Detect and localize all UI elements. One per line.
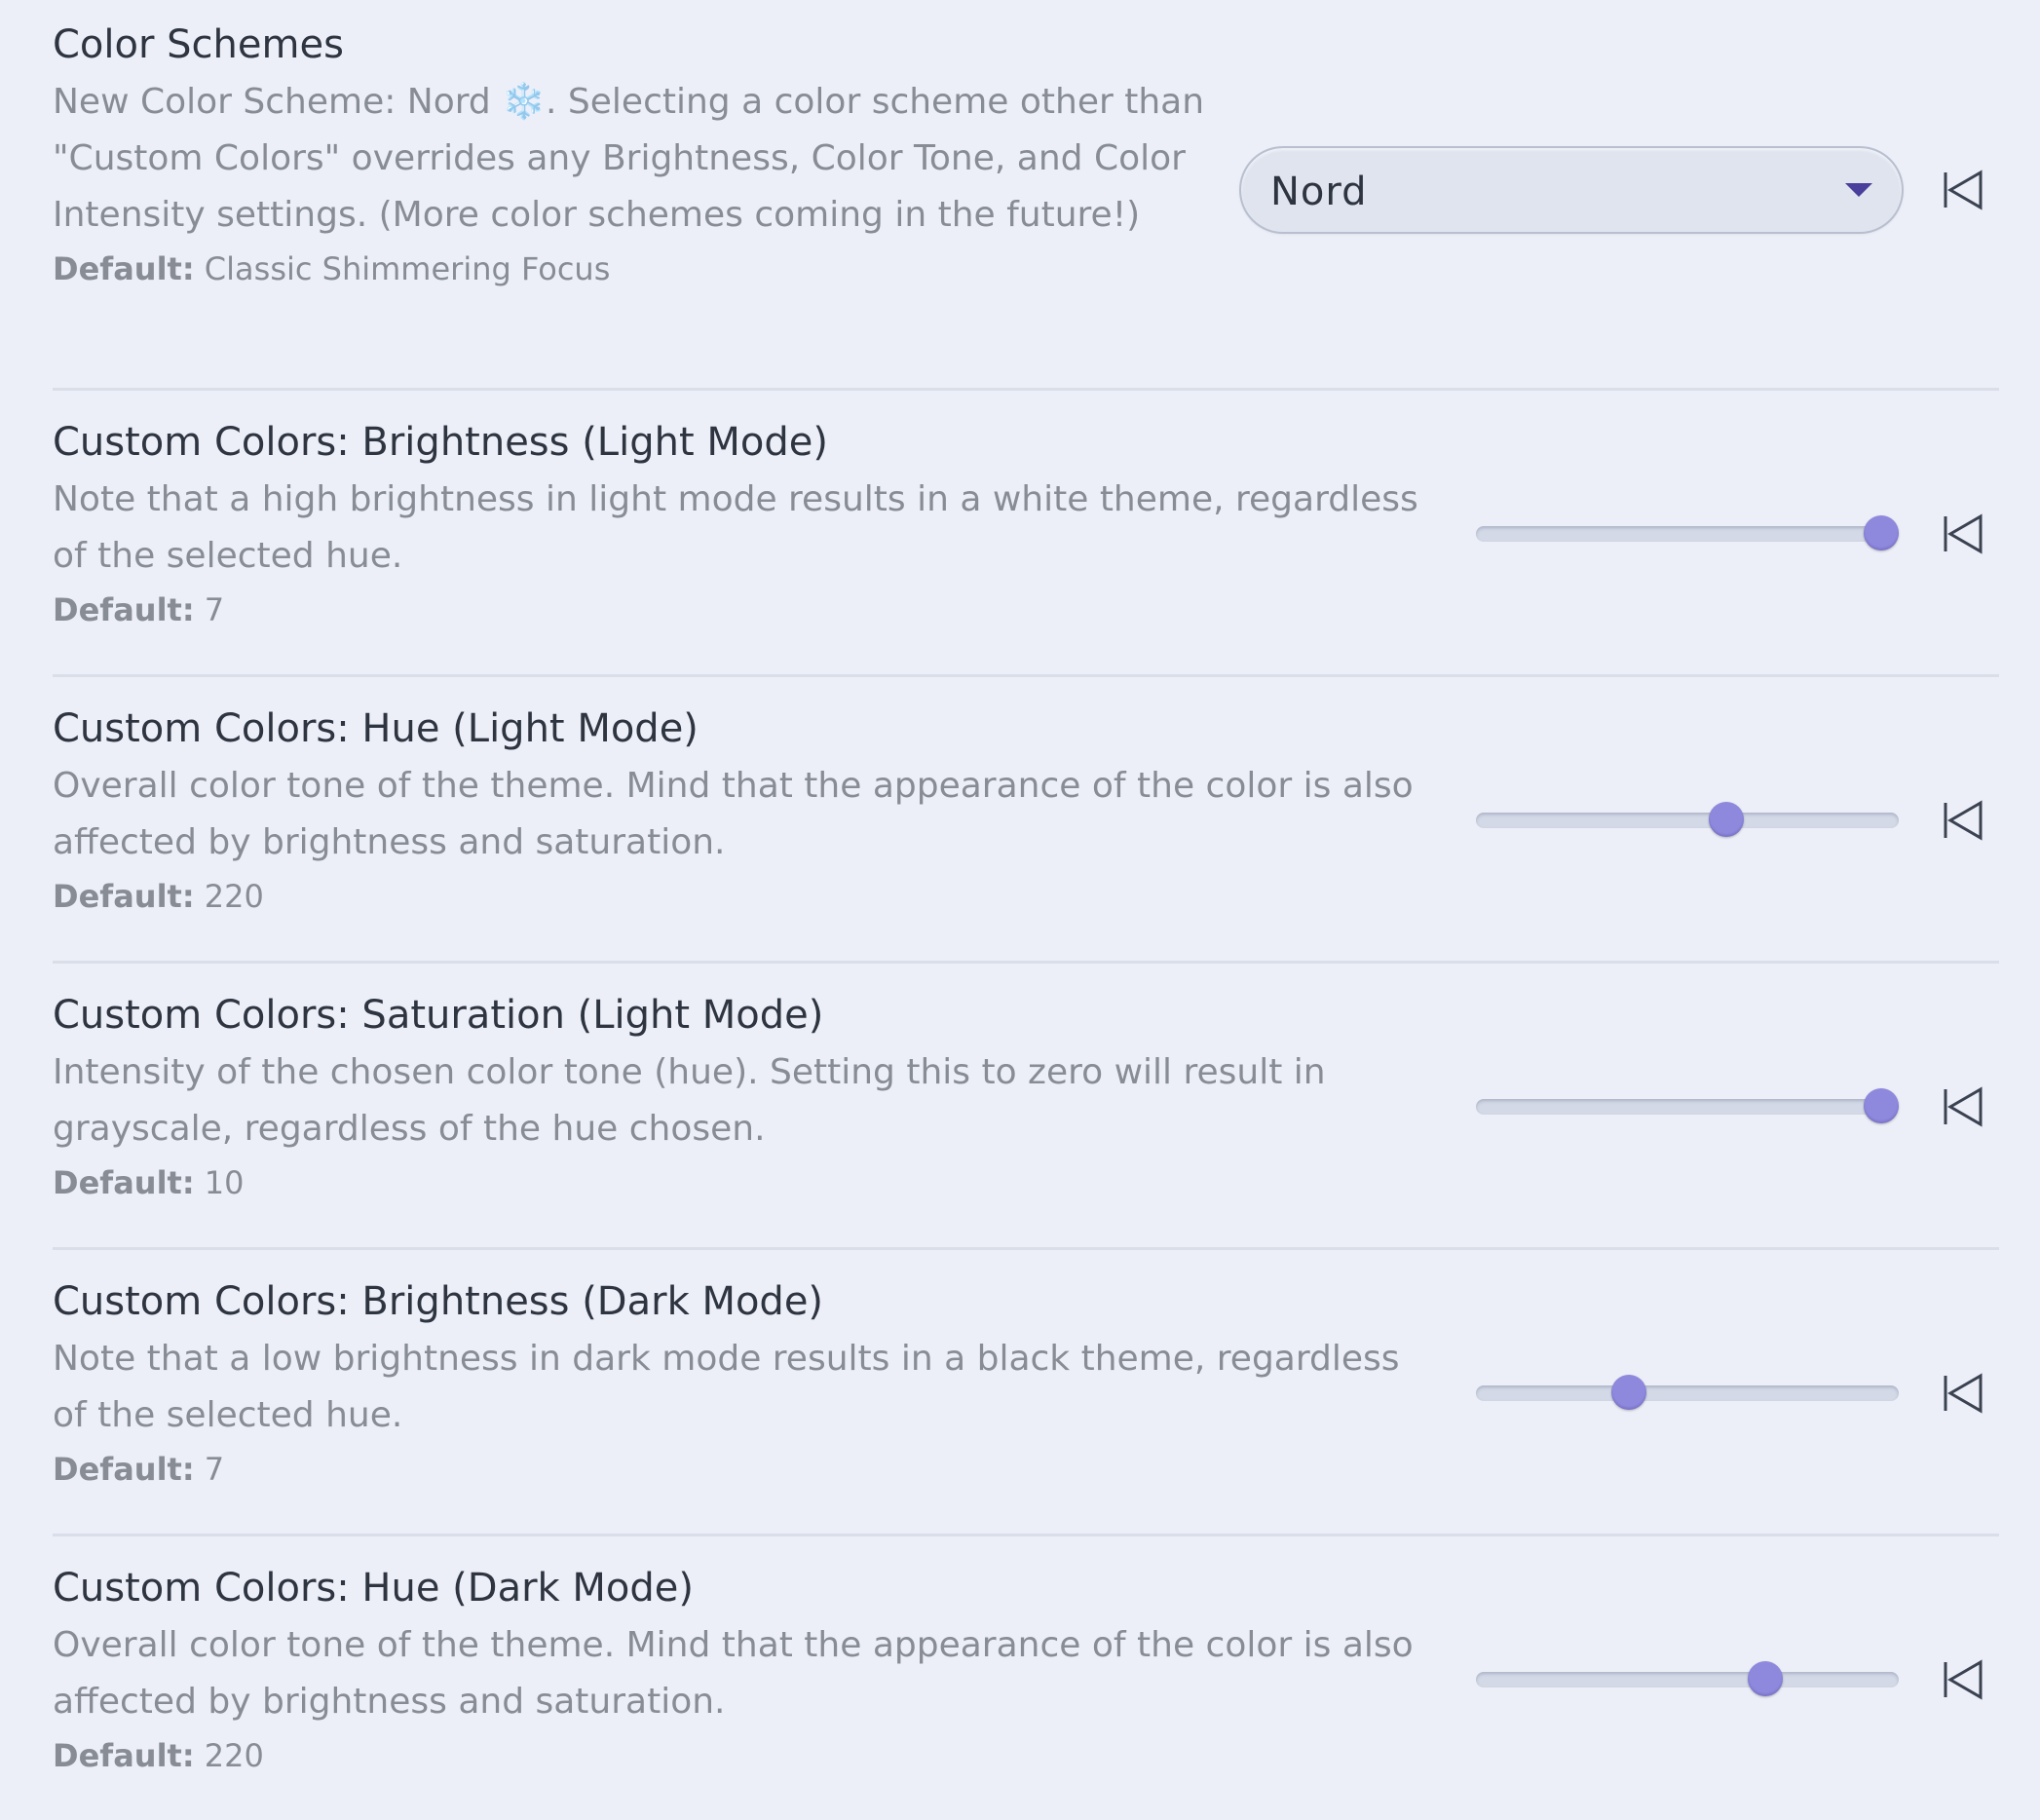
default-label: Default: xyxy=(53,250,195,287)
setting-description: New Color Scheme: Nord ❄️. Selecting a c… xyxy=(53,82,1205,235)
setting-name: Custom Colors: Brightness (Light Mode) xyxy=(53,420,828,465)
setting-name: Custom Colors: Hue (Light Mode) xyxy=(53,706,699,751)
default-label: Default: xyxy=(53,1164,195,1201)
setting-description: Overall color tone of the theme. Mind th… xyxy=(53,766,1414,862)
setting-default: Default: Classic Shimmering Focus xyxy=(53,249,1222,288)
reset-button[interactable] xyxy=(1940,1656,1986,1703)
brightness-light-slider[interactable] xyxy=(1476,514,1899,553)
reset-button[interactable] xyxy=(1940,797,1986,844)
default-value: 220 xyxy=(204,1737,264,1774)
brightness-dark-slider[interactable] xyxy=(1476,1374,1899,1413)
setting-info: Custom Colors: Hue (Dark Mode) Overall c… xyxy=(53,1563,1436,1775)
reset-to-default-icon xyxy=(1944,1086,1983,1127)
default-label: Default: xyxy=(53,878,195,915)
setting-info: Custom Colors: Saturation (Light Mode) I… xyxy=(53,990,1436,1202)
setting-default: Default: 220 xyxy=(53,877,1436,916)
reset-to-default-icon xyxy=(1944,170,1983,210)
reset-button[interactable] xyxy=(1940,1083,1986,1130)
setting-brightness-light: Custom Colors: Brightness (Light Mode) N… xyxy=(53,391,1999,677)
default-value: 10 xyxy=(204,1164,245,1201)
setting-hue-dark: Custom Colors: Hue (Dark Mode) Overall c… xyxy=(53,1536,1999,1820)
setting-saturation-light: Custom Colors: Saturation (Light Mode) I… xyxy=(53,964,1999,1250)
setting-name: Custom Colors: Hue (Dark Mode) xyxy=(53,1566,695,1611)
setting-name: Custom Colors: Saturation (Light Mode) xyxy=(53,993,824,1038)
dropdown-selected-value: Nord xyxy=(1270,170,1368,214)
color-scheme-dropdown[interactable]: Nord xyxy=(1239,146,1904,234)
default-label: Default: xyxy=(53,591,195,628)
setting-info: Custom Colors: Brightness (Dark Mode) No… xyxy=(53,1276,1436,1489)
setting-description: Note that a low brightness in dark mode … xyxy=(53,1339,1400,1435)
setting-info: Color Schemes New Color Scheme: Nord ❄️.… xyxy=(53,19,1222,288)
slider-track xyxy=(1476,813,1899,828)
default-value: 7 xyxy=(204,591,225,628)
caret-down-icon xyxy=(1845,183,1872,197)
reset-to-default-icon xyxy=(1944,1373,1983,1414)
default-value: Classic Shimmering Focus xyxy=(204,250,611,287)
reset-button[interactable] xyxy=(1940,511,1986,557)
slider-track xyxy=(1476,526,1899,542)
default-value: 220 xyxy=(204,878,264,915)
reset-to-default-icon xyxy=(1944,800,1983,841)
default-value: 7 xyxy=(204,1451,225,1488)
setting-hue-light: Custom Colors: Hue (Light Mode) Overall … xyxy=(53,677,1999,964)
setting-default: Default: 220 xyxy=(53,1736,1436,1775)
setting-name: Custom Colors: Brightness (Dark Mode) xyxy=(53,1279,824,1324)
setting-name: Color Schemes xyxy=(53,22,344,67)
setting-info: Custom Colors: Brightness (Light Mode) N… xyxy=(53,417,1436,629)
settings-list: Color Schemes New Color Scheme: Nord ❄️.… xyxy=(53,0,1999,1820)
setting-brightness-dark: Custom Colors: Brightness (Dark Mode) No… xyxy=(53,1250,1999,1536)
saturation-light-slider[interactable] xyxy=(1476,1087,1899,1126)
slider-thumb[interactable] xyxy=(1708,802,1744,837)
setting-default: Default: 10 xyxy=(53,1163,1436,1202)
slider-track xyxy=(1476,1385,1899,1401)
slider-thumb[interactable] xyxy=(1864,515,1899,550)
setting-description: Overall color tone of the theme. Mind th… xyxy=(53,1625,1414,1722)
setting-info: Custom Colors: Hue (Light Mode) Overall … xyxy=(53,703,1436,916)
setting-description: Note that a high brightness in light mod… xyxy=(53,479,1418,576)
setting-color-schemes: Color Schemes New Color Scheme: Nord ❄️.… xyxy=(53,0,1999,391)
slider-track xyxy=(1476,1672,1899,1687)
setting-default: Default: 7 xyxy=(53,1450,1436,1489)
slider-thumb[interactable] xyxy=(1611,1375,1647,1410)
reset-button[interactable] xyxy=(1940,167,1986,213)
slider-thumb[interactable] xyxy=(1747,1661,1783,1696)
hue-light-slider[interactable] xyxy=(1476,801,1899,840)
slider-thumb[interactable] xyxy=(1864,1088,1899,1123)
slider-track xyxy=(1476,1099,1899,1115)
reset-to-default-icon xyxy=(1944,1659,1983,1700)
default-label: Default: xyxy=(53,1451,195,1488)
hue-dark-slider[interactable] xyxy=(1476,1660,1899,1699)
reset-to-default-icon xyxy=(1944,513,1983,554)
setting-default: Default: 7 xyxy=(53,590,1436,629)
reset-button[interactable] xyxy=(1940,1370,1986,1417)
default-label: Default: xyxy=(53,1737,195,1774)
setting-description: Intensity of the chosen color tone (hue)… xyxy=(53,1052,1326,1149)
